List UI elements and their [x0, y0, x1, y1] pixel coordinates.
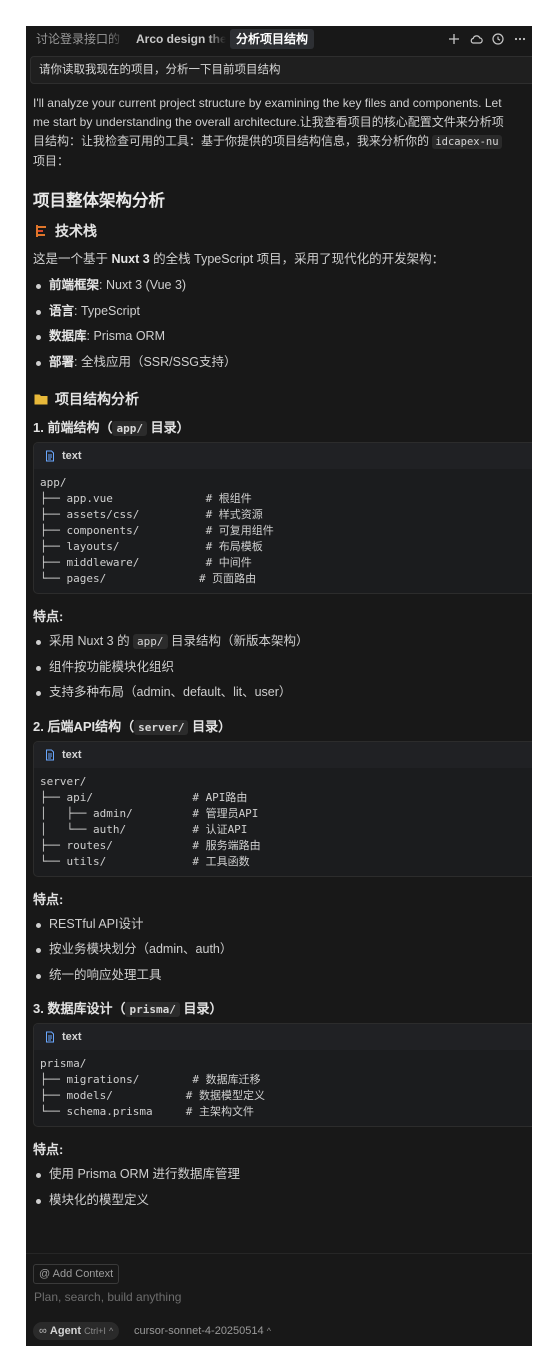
- chat-panel: 讨论登录接口的 Arco design the 分析项目结构 请你读取我现在的项…: [26, 26, 532, 1346]
- heading-text: 1. 前端结构（: [33, 420, 113, 435]
- section-heading-backend: 2. 后端API结构（ server/ 目录）: [33, 716, 532, 735]
- add-context-button[interactable]: @ Add Context: [33, 1264, 120, 1284]
- tech-stack-heading: 技术栈: [33, 221, 532, 241]
- list-item: 部署: 全栈应用（SSR/SSG支持）: [33, 350, 532, 376]
- tech-stack-title: 技术栈: [55, 223, 97, 239]
- item-value: : Nuxt 3 (Vue 3): [99, 278, 187, 292]
- project-name-code: idcapex-nu: [432, 135, 502, 149]
- agent-mode-selector[interactable]: ∞ Agent Ctrl+I ^: [33, 1322, 120, 1340]
- tab-login-api[interactable]: 讨论登录接口的: [30, 29, 126, 49]
- chat-tab-bar: 讨论登录接口的 Arco design the 分析项目结构: [26, 26, 532, 52]
- composer: @ Add Context Plan, search, build anythi…: [26, 1253, 532, 1346]
- item-code: app/: [133, 634, 168, 649]
- code-block[interactable]: text server/ ├── api/ # API路由 │ ├── admi…: [33, 740, 532, 877]
- heading-text: 2. 后端API结构（: [33, 718, 135, 734]
- code-content: server/ ├── api/ # API路由 │ ├── admin/ # …: [40, 774, 261, 868]
- cloud-icon[interactable]: [468, 31, 484, 47]
- code-block-header: text: [34, 1024, 532, 1050]
- heading-text: 目录）: [188, 718, 232, 734]
- item-key: 数据库: [49, 329, 87, 343]
- list-item: 语言: TypeScript: [33, 299, 532, 325]
- features-list: RESTful API设计 按业务模块划分（admin、auth） 统一的响应处…: [33, 912, 532, 989]
- tech-stack-list: 前端框架: Nuxt 3 (Vue 3) 语言: TypeScript 数据库:…: [33, 273, 532, 375]
- infinity-icon: ∞: [39, 1325, 47, 1337]
- code-content: app/ ├── app.vue # 根组件 ├── assets/css/ #…: [40, 476, 274, 585]
- code-block[interactable]: text prisma/ ├── migrations/ # 数据库迁移 ├──…: [33, 1023, 532, 1127]
- list-item: 模块化的模型定义: [33, 1188, 532, 1214]
- list-item: 支持多种布局（admin、default、lit、user）: [33, 680, 532, 706]
- more-icon[interactable]: [512, 31, 528, 47]
- user-message[interactable]: 请你读取我现在的项目，分析一下目前项目结构: [30, 56, 532, 84]
- summary-bold: Nuxt 3: [111, 252, 150, 266]
- heading-text: 3. 数据库设计（: [33, 1001, 126, 1016]
- heading-code: prisma/: [125, 1002, 180, 1017]
- item-key: 语言: [49, 303, 75, 318]
- features-list: 采用 Nuxt 3 的 app/ 目录结构（新版本架构） 组件按功能模块化组织 …: [33, 629, 532, 706]
- tab-analyze-structure[interactable]: 分析项目结构: [230, 29, 315, 49]
- list-item: 采用 Nuxt 3 的 app/ 目录结构（新版本架构）: [33, 629, 532, 655]
- intro-text: 目结构：让我检查可用的工具：基于你提供的项目结构信息，我来分析你的: [33, 134, 433, 148]
- code-block-header: text: [34, 741, 532, 768]
- code-block[interactable]: text app/ ├── app.vue # 根组件 ├── assets/c…: [33, 442, 532, 594]
- file-icon: [46, 1031, 54, 1043]
- item-value: : TypeScript: [74, 303, 141, 318]
- intro-line: 项目：: [33, 154, 70, 168]
- code-block-header: text: [34, 443, 532, 469]
- tech-stack-summary: 这是一个基于 Nuxt 3 的全栈 TypeScript 项目，采用了现代化的开…: [33, 249, 532, 269]
- section-heading-frontend: 1. 前端结构（ app/ 目录）: [33, 417, 532, 436]
- intro-line: I'll analyze your current project struct…: [33, 96, 502, 110]
- code-lang: text: [62, 450, 82, 462]
- heading-text: 目录）: [146, 420, 190, 435]
- features-label: 特点:: [33, 891, 64, 907]
- assistant-message: I'll analyze your current project struct…: [26, 84, 532, 1213]
- summary-text: 这是一个基于: [33, 252, 112, 266]
- list-item: 使用 Prisma ORM 进行数据库管理: [33, 1162, 532, 1188]
- model-label: cursor-sonnet-4-20250514: [134, 1325, 264, 1337]
- item-text: 采用 Nuxt 3 的: [49, 634, 134, 648]
- features-list: 使用 Prisma ORM 进行数据库管理 模块化的模型定义: [33, 1162, 532, 1213]
- heading-code: server/: [134, 719, 189, 735]
- code-lang: text: [62, 1031, 82, 1043]
- features-label: 特点:: [33, 1142, 64, 1157]
- file-icon: [46, 749, 54, 760]
- page-title: 项目整体架构分析: [33, 192, 165, 210]
- item-text: 目录结构（新版本架构）: [167, 634, 309, 648]
- chevron-up-icon: ^: [266, 1326, 271, 1336]
- assistant-intro: I'll analyze your current project struct…: [33, 94, 532, 171]
- model-selector[interactable]: cursor-sonnet-4-20250514 ^: [134, 1322, 271, 1340]
- list-item: 按业务模块划分（admin、auth）: [33, 937, 532, 963]
- list-item: 前端框架: Nuxt 3 (Vue 3): [33, 273, 532, 299]
- list-item: RESTful API设计: [33, 912, 532, 938]
- features-label: 特点:: [33, 609, 64, 624]
- tab-arco-design[interactable]: Arco design the: [130, 29, 226, 49]
- agent-shortcut: Ctrl+I: [84, 1326, 106, 1336]
- chevron-up-icon: ^: [108, 1326, 114, 1336]
- intro-line: me start by understanding the overall ar…: [33, 115, 504, 129]
- plus-icon[interactable]: [446, 31, 462, 47]
- item-value: : Prisma ORM: [86, 329, 165, 343]
- list-item: 组件按功能模块化组织: [33, 655, 532, 681]
- item-key: 前端框架: [49, 278, 100, 292]
- list-item: 统一的响应处理工具: [33, 963, 532, 989]
- structure-title: 项目结构分析: [55, 391, 139, 407]
- section-heading-database: 3. 数据库设计（ prisma/ 目录）: [33, 998, 532, 1017]
- code-lang: text: [62, 748, 82, 761]
- structure-heading: 项目结构分析: [33, 389, 532, 409]
- intro-line: 目结构：让我检查可用的工具：基于你提供的项目结构信息，我来分析你的 idcape…: [33, 132, 532, 152]
- folder-icon: [33, 391, 49, 407]
- heading-text: 目录）: [179, 1001, 223, 1016]
- tab-actions: [446, 26, 532, 52]
- item-value: : 全栈应用（SSR/SSG支持）: [74, 354, 237, 369]
- code-content: prisma/ ├── migrations/ # 数据库迁移 ├── mode…: [40, 1057, 265, 1118]
- agent-label: Agent: [49, 1325, 82, 1337]
- item-key: 部署: [49, 354, 75, 369]
- history-icon[interactable]: [490, 31, 506, 47]
- heading-code: app/: [112, 421, 147, 436]
- chat-input[interactable]: Plan, search, build anything: [34, 1290, 181, 1304]
- list-item: 数据库: Prisma ORM: [33, 324, 532, 350]
- summary-text: 的全栈 TypeScript 项目，采用了现代化的开发架构：: [149, 252, 445, 266]
- stack-icon: [33, 223, 49, 239]
- file-icon: [46, 450, 54, 462]
